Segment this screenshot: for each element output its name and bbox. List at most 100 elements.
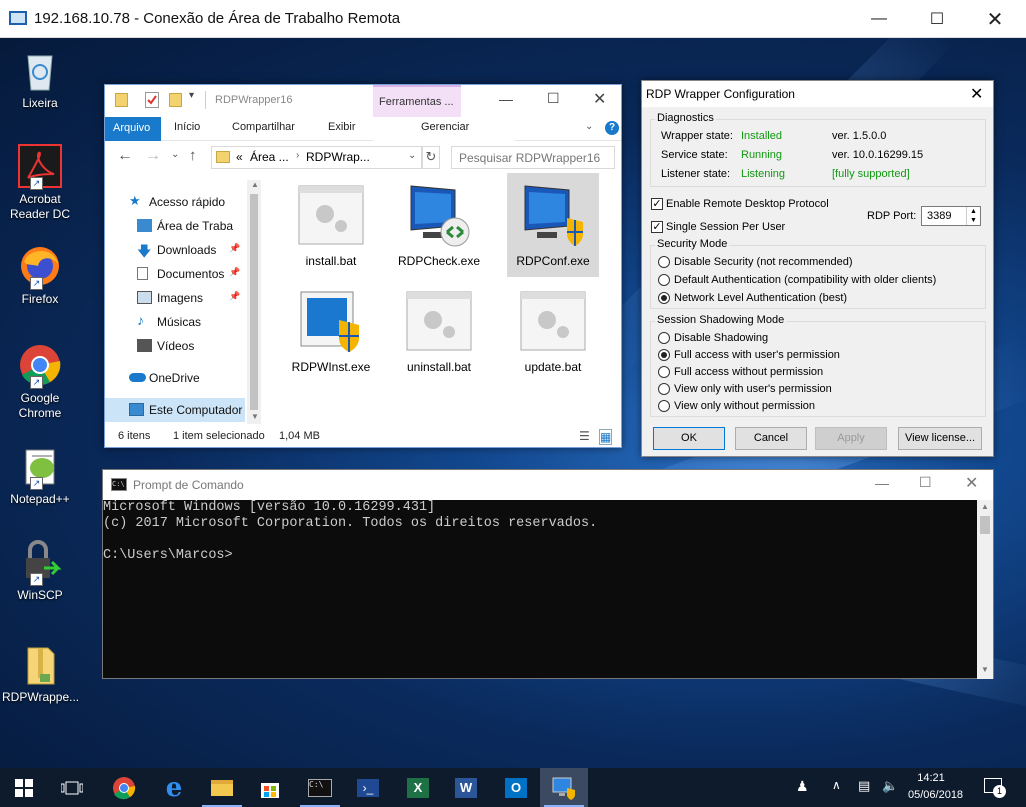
search-input[interactable]: Pesquisar RDPWrapper16 [451,146,615,169]
single-session-checkbox[interactable]: ✓ [651,221,663,233]
taskbar: e C:\ ›_ X W O ♟ ∧ ▤ 🔈 14:21 05/06/2018 … [0,768,1026,807]
folder-icon [211,779,233,796]
start-button[interactable] [0,768,48,807]
file-uninstall-bat[interactable]: uninstall.bat [393,284,485,388]
cmd-scrollbar[interactable]: ▲ ▼ [977,500,993,679]
port-spinner[interactable]: ▲ ▼ [966,207,980,225]
maximize-button[interactable]: ☐ [908,0,966,38]
nav-item-documents[interactable]: Documentos 📌 [105,262,245,286]
show-hidden-icons-chevron[interactable]: ∧ [832,778,841,792]
new-folder-icon[interactable] [169,93,182,107]
network-icon[interactable]: ▤ [858,778,870,794]
cmd-maximize-button[interactable]: ☐ [919,474,932,491]
file-rdpconf-exe[interactable]: RDPConf.exe [507,173,599,277]
shadow-view-nopermission-radio[interactable] [658,400,670,412]
nav-item-music[interactable]: ♪ Músicas [105,310,245,334]
nav-item-videos[interactable]: Vídeos [105,334,245,358]
up-arrow-icon[interactable]: ↑ [189,147,197,164]
file-rdpcheck-exe[interactable]: RDPCheck.exe [393,178,485,282]
taskbar-cmd[interactable]: C:\ [296,768,344,807]
nav-item-quick-access[interactable]: ★ Acesso rápido [105,190,245,214]
nav-item-this-pc[interactable]: Este Computador [105,398,245,422]
ok-button[interactable]: OK [653,427,725,450]
file-rdpwinst-exe[interactable]: RDPWInst.exe [285,284,377,388]
shadow-disable-radio[interactable] [658,332,670,344]
nav-item-downloads[interactable]: 🡇 Downloads 📌 [105,238,245,262]
desktop-icon-winscp[interactable]: ↗ WinSCP [2,540,78,603]
desktop-icon-rdpwrapper-folder[interactable]: RDPWrappe... [2,642,79,705]
rdp-port-input[interactable]: 3389 ▲ ▼ [921,206,981,226]
cmd-minimize-button[interactable]: — [875,475,889,491]
desktop-icon-acrobat[interactable]: ↗ Acrobat Reader DC [2,144,78,222]
nav-item-onedrive[interactable]: OneDrive [105,366,245,390]
taskbar-store[interactable] [246,768,294,807]
file-update-bat[interactable]: update.bat [507,284,599,388]
refresh-icon[interactable]: ↻ [422,146,440,169]
task-view-button[interactable] [48,768,96,807]
selection-size: 1,04 MB [279,430,320,442]
nav-scrollbar[interactable]: ▲ ▼ [247,180,261,424]
nav-item-desktop[interactable]: Área de Traba [105,214,245,238]
security-nla-radio[interactable] [658,292,670,304]
qat-dropdown-icon[interactable]: ▾ [189,90,194,101]
view-license-button[interactable]: View license... [898,427,982,450]
shadow-full-nopermission-radio[interactable] [658,366,670,378]
explorer-minimize-button[interactable]: — [499,91,513,107]
security-disable-radio[interactable] [658,256,670,268]
taskbar-rdpconf[interactable] [540,768,588,807]
back-arrow-icon[interactable]: ← [117,147,133,165]
properties-icon[interactable] [145,92,159,108]
desktop-icon-firefox[interactable]: ↗ Firefox [2,244,78,307]
taskbar-chrome[interactable] [100,768,148,807]
file-install-bat[interactable]: install.bat [285,178,377,282]
apply-button[interactable]: Apply [815,427,887,450]
taskbar-file-explorer[interactable] [198,768,246,807]
excel-icon: X [407,777,429,798]
address-input[interactable]: « Área ... › RDPWrap... ⌄ [211,146,422,169]
volume-icon[interactable]: 🔈 [882,778,898,794]
nav-item-images[interactable]: Imagens 📌 [105,286,245,310]
taskbar-edge[interactable]: e [150,768,198,807]
taskbar-excel[interactable]: X [394,768,442,807]
enable-rdp-label[interactable]: Enable Remote Desktop Protocol [666,198,829,210]
desktop-icon-chrome[interactable]: ↗ Google Chrome [2,343,78,421]
acrobat-icon: ↗ [18,144,62,190]
recent-dropdown-icon[interactable]: ⌄ [171,149,179,160]
minimize-button[interactable]: — [850,0,908,38]
cmd-output[interactable]: Microsoft Windows [versão 10.0.16299.431… [103,500,979,679]
shadow-full-permission-radio[interactable] [658,349,670,361]
single-session-label[interactable]: Single Session Per User [666,221,785,233]
cancel-button[interactable]: Cancel [735,427,807,450]
listener-state-value: Listening [741,168,786,180]
desktop-icon-recycle-bin[interactable]: Lixeira [2,48,78,111]
tab-gerenciar[interactable]: Gerenciar [421,121,469,133]
details-view-icon[interactable]: ☰ [579,429,590,443]
close-button[interactable]: ✕ [966,0,1024,38]
help-icon[interactable]: ? [605,121,619,135]
explorer-close-button[interactable]: ✕ [593,89,606,109]
ribbon-expand-icon[interactable]: ⌄ [585,121,593,132]
desktop-icon-notepadpp[interactable]: ↗ Notepad++ [2,444,78,507]
tab-exibir[interactable]: Exibir [328,121,356,133]
taskbar-powershell[interactable]: ›_ [344,768,392,807]
tab-inicio[interactable]: Início [174,121,200,133]
enable-rdp-checkbox[interactable]: ✓ [651,198,663,210]
installer-shield-icon [293,288,369,354]
tab-arquivo[interactable]: Arquivo [105,117,161,141]
cmd-close-button[interactable]: ✕ [965,473,978,493]
tab-compartilhar[interactable]: Compartilhar [232,121,295,133]
people-icon[interactable]: ♟ [796,778,809,795]
diagnostics-group: Diagnostics Wrapper state: Installed ver… [650,112,986,187]
address-dropdown-icon[interactable]: ⌄ [408,150,416,161]
action-center-icon[interactable]: 1 [984,778,1006,798]
security-default-radio[interactable] [658,274,670,286]
explorer-maximize-button[interactable]: ☐ [547,90,560,107]
taskbar-outlook[interactable]: O [492,768,540,807]
shadow-view-permission-radio[interactable] [658,383,670,395]
large-icons-view-icon[interactable]: ▦ [599,429,613,445]
forward-arrow-icon[interactable]: → [145,147,161,165]
taskbar-word[interactable]: W [442,768,490,807]
config-close-button[interactable]: ✕ [970,84,983,104]
clock[interactable]: 14:21 05/06/2018 [908,770,963,804]
store-icon [261,782,279,798]
